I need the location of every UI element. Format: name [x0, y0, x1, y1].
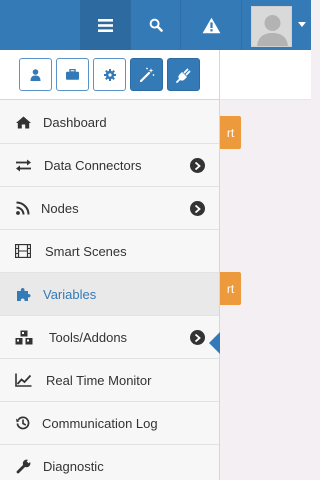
user-icon: [30, 68, 41, 81]
sidebar-item-label: Smart Scenes: [45, 244, 127, 259]
orange-action-button-2[interactable]: rt: [220, 272, 241, 305]
sidebar-item-label: Tools/Addons: [49, 330, 128, 345]
sidebar-item-dashboard[interactable]: Dashboard: [0, 101, 219, 144]
sidebar-item-label: Variables: [43, 287, 97, 302]
orange-action-button-1[interactable]: rt: [220, 116, 241, 149]
magic-wand-icon: [139, 67, 154, 82]
search-icon: [149, 18, 163, 32]
sidebar-shortcuts: [0, 50, 219, 100]
content-header: [220, 50, 311, 100]
menu-icon: [98, 18, 113, 32]
cubes-icon: [14, 329, 34, 345]
plug-icon: [175, 68, 190, 83]
active-item-indicator: [209, 332, 220, 354]
home-icon: [14, 114, 32, 130]
sidebar-item-real-time-monitor[interactable]: Real Time Monitor: [0, 359, 219, 402]
alerts-button[interactable]: [180, 0, 242, 50]
main-content: rt rt: [220, 50, 311, 480]
top-navbar: [0, 0, 311, 50]
wrench-icon: [14, 458, 32, 474]
puzzle-icon: [14, 286, 32, 302]
sidebar-item-label: Data Connectors: [44, 158, 142, 173]
chevron-right-icon: [190, 330, 205, 345]
shortcut-plugin-button[interactable]: [167, 58, 200, 91]
sidebar-item-label: Nodes: [41, 201, 79, 216]
sidebar-item-nodes[interactable]: Nodes: [0, 187, 219, 230]
sidebar-item-communication-log[interactable]: Communication Log: [0, 402, 219, 445]
history-icon: [14, 415, 32, 431]
sidebar-item-label: Real Time Monitor: [46, 373, 152, 388]
sidebar-item-variables[interactable]: Variables: [0, 273, 219, 316]
shortcut-settings-button[interactable]: [93, 58, 126, 91]
shortcut-wizard-button[interactable]: [130, 58, 163, 91]
chevron-right-icon: [190, 158, 205, 173]
sidebar-item-tools-addons[interactable]: Tools/Addons: [0, 316, 219, 359]
menu-toggle-button[interactable]: [80, 0, 131, 50]
sidebar-item-diagnostic[interactable]: Diagnostic: [0, 445, 219, 480]
avatar: [251, 6, 292, 47]
briefcase-icon: [66, 69, 79, 80]
line-chart-icon: [14, 372, 32, 388]
chevron-right-icon: [190, 201, 205, 216]
user-menu-button[interactable]: [242, 0, 311, 50]
shortcut-briefcase-button[interactable]: [56, 58, 89, 91]
user-avatar-icon: [257, 15, 288, 46]
shortcut-user-button[interactable]: [19, 58, 52, 91]
warning-icon: [202, 17, 220, 33]
sidebar-item-smart-scenes[interactable]: Smart Scenes: [0, 230, 219, 273]
rss-icon: [14, 200, 32, 216]
sidebar-item-label: Dashboard: [43, 115, 107, 130]
exchange-icon: [14, 157, 32, 173]
caret-down-icon: [298, 22, 306, 27]
sidebar-item-label: Diagnostic: [43, 459, 104, 474]
sidebar-item-label: Communication Log: [42, 416, 158, 431]
film-icon: [14, 243, 32, 259]
sidebar-item-data-connectors[interactable]: Data Connectors: [0, 144, 219, 187]
sidebar: Dashboard Data Connectors Nodes Smart Sc…: [0, 50, 220, 480]
search-button[interactable]: [131, 0, 180, 50]
gear-icon: [103, 68, 116, 81]
